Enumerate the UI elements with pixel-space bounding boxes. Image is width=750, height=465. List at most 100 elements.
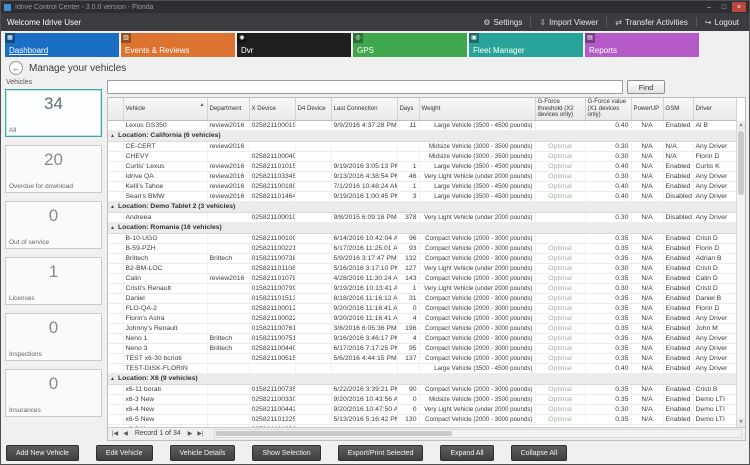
show-selection-button[interactable]: Show Selection (252, 445, 321, 461)
vehicle-row[interactable]: Florin's Astra 025821100022 9/20/2016 11:1… (108, 313, 737, 325)
next-record-button[interactable]: ▶ (187, 430, 194, 437)
export-print-selected-button[interactable]: Export/Print Selected (337, 445, 424, 461)
vehicle-row[interactable]: FLO-QA-2 025821100012 9/20/2016 11:16:41 A… (108, 303, 737, 315)
group-row[interactable]: ▲ Location: California (6 vehicles) (108, 130, 737, 143)
back-button[interactable]: ← (9, 61, 23, 75)
expand-all-button[interactable]: Expand All (440, 445, 494, 461)
vehicle-row[interactable]: Neno 1 Briltech 015821100751 9/16/2016 3:46… (108, 333, 737, 345)
column-header-powerup[interactable]: PowerUP (631, 98, 664, 121)
vehicle-row[interactable]: Briltech Briltech 015821100738 5/9/2016 3:1… (108, 253, 737, 265)
vehicle-row[interactable]: TEST-DISK-FLORIN Large Vehicle (3500 - 45… (108, 363, 737, 375)
vehicle-row[interactable]: Idrive QA review2016 025821103345 9/13/2016… (108, 171, 737, 183)
stat-card-overdue-for-download[interactable]: 20 Overdue for download (5, 145, 102, 193)
cell-val: 0.40 (585, 161, 632, 173)
minimize-button[interactable]: – (702, 2, 716, 12)
vehicle-row[interactable]: Cristi's Renault 015821100799 9/19/2016 10… (108, 283, 737, 295)
tab-events-reviews[interactable]: ▥ Events & Reviews (121, 33, 235, 57)
collapse-all-button[interactable]: Collapse All (510, 445, 568, 461)
stat-card-licenses[interactable]: 1 Licenses (5, 257, 102, 305)
cell-d4 (295, 273, 332, 285)
add-new-vehicle-button[interactable]: Add New Vehicle (6, 445, 79, 461)
column-header-vehicle[interactable]: Vehicle ▲ (123, 98, 208, 121)
cell-pwr (631, 424, 664, 427)
vehicle-row[interactable]: Kelli's Tahoe review2016 025821100180 7/1/2… (108, 181, 737, 193)
first-record-button[interactable]: |◀ (111, 430, 119, 437)
tab-dashboard[interactable]: ▦ Dashboard (5, 33, 119, 57)
vehicle-row[interactable]: CE-CERT review2016 Midsize Vehicle (3000 -… (108, 141, 737, 153)
maximize-button[interactable]: □ (717, 2, 731, 12)
cell-gsm: Enabled (663, 120, 694, 132)
vehicle-row[interactable]: CHEVY 025821100040 Midsize Vehicle (3000 -… (108, 151, 737, 163)
cell-thr: Optimal (535, 191, 586, 203)
vertical-scrollbar[interactable]: ▲ ▼ (736, 120, 745, 427)
column-header-last-connection[interactable]: Last Connection (331, 98, 398, 121)
column-header-d4-device[interactable]: D4 Device (295, 98, 332, 121)
group-row[interactable]: ▲ Location: Demo Tablet 2 (3 vehicles) (108, 201, 737, 214)
stat-card-inspections[interactable]: 0 Inspections (5, 313, 102, 361)
cell-d4 (295, 293, 332, 305)
group-row[interactable]: ▲ Location: X6 (9 vehicles) (108, 373, 737, 386)
vehicle-row[interactable]: B-10-UGG 025821100100 6/14/2016 10:42:04 A… (108, 233, 737, 245)
cell-dept (207, 323, 250, 335)
vehicle-row[interactable]: x6-5 New 025821101225 5/13/2016 5:16:42 PM… (108, 414, 737, 426)
stat-card-out-of-service[interactable]: 0 Out of service (5, 201, 102, 249)
vehicle-row[interactable]: Sean's BMW review2016 025821101464 9/19/201… (108, 191, 737, 203)
cell-thr: Optimal (535, 384, 586, 396)
column-header-days[interactable]: Days (397, 98, 420, 121)
scroll-down-icon[interactable]: ▼ (737, 417, 745, 427)
topbar-action-import-viewer[interactable]: ⇩ Import Viewer (535, 18, 602, 27)
edit-vehicle-button[interactable]: Edit Vehicle (95, 445, 153, 461)
close-button[interactable]: × (732, 2, 746, 12)
cell-val: 0.35 (585, 323, 632, 335)
cell-d4 (295, 181, 332, 193)
vertical-scrollbar-thumb[interactable] (738, 130, 744, 195)
vehicle-row[interactable]: Lexus GS350 review2016 025821100019 9/9/201… (108, 120, 737, 132)
column-header-driver[interactable]: Driver (693, 98, 737, 121)
tab-fleet-manager[interactable]: ▣ Fleet Manager (469, 33, 583, 57)
last-record-button[interactable]: ▶| (196, 430, 204, 437)
column-header-g-force-threshold-x2-devices-only[interactable]: G-Force threshold (X2 devices only) (535, 98, 586, 121)
group-cell: ▲ Location: Romania (16 vehicles) (108, 222, 737, 235)
cell-expand (108, 243, 124, 255)
tab-gps[interactable]: ◎ GPS (353, 33, 467, 57)
vehicle-row[interactable]: B2-BM-LOC 025821101108 5/16/2016 3:17:10 P… (108, 263, 737, 275)
vehicle-row[interactable]: Curtis' Lexus review2016 025821101015 9/19/… (108, 161, 737, 173)
cell-driver: Cristi D (693, 263, 737, 275)
find-button[interactable]: Find (627, 80, 665, 94)
stat-card-insurances[interactable]: 0 Insurances (5, 369, 102, 417)
column-header-weight[interactable]: Weight (419, 98, 536, 121)
vehicle-row[interactable]: Andreea 025821100010 9/8/2015 6:09:16 PM 37… (108, 212, 737, 224)
tab-reports[interactable]: ▤ Reports (585, 33, 699, 57)
cell-dept: review2016 (207, 161, 250, 173)
column-header-gsm[interactable]: GSM (663, 98, 694, 121)
vehicle-row[interactable]: Calin review2016 025821101078 4/28/2016 11:… (108, 273, 737, 285)
vehicle-row[interactable]: x6-3 New 025821100330 9/20/2016 10:43:56 A… (108, 394, 737, 406)
vehicle-row[interactable]: TEST x6-30 bcrioti 025821100515 5/6/2016 4… (108, 353, 737, 365)
cell-vehicle: Florin's Astra (123, 313, 208, 325)
vehicle-row[interactable]: B-59-PZH 025821100221 6/17/2016 11:25:01 A… (108, 243, 737, 255)
column-header-x-device[interactable]: X Device (249, 98, 296, 121)
topbar-action-logout[interactable]: ↪ Logout (701, 18, 743, 27)
vehicle-details-button[interactable]: Vehicle Details (169, 445, 236, 461)
group-row[interactable]: ▲ Location: Romania (16 vehicles) (108, 222, 737, 235)
vehicle-row[interactable]: x6-4 New 025821100442 9/20/2016 10:47:50 A… (108, 404, 737, 416)
cell-expand (108, 263, 124, 275)
vehicle-row[interactable]: Neno 3 Briltech 025821100440 6/17/2016 7:17… (108, 343, 737, 355)
column-header-g-force-value-x1-devices-only[interactable]: G-Force value (X1 devices only) (585, 98, 632, 121)
vehicle-row[interactable]: Daniel 015821101513 8/18/2016 11:16:12 AM 3… (108, 293, 737, 305)
topbar-action-transfer-activities[interactable]: ⇄ Transfer Activities (611, 18, 692, 27)
cell-conn: 9/20/2016 10:43:56 AM (331, 394, 398, 406)
vehicle-row[interactable]: x6-6 New 025821101338 (108, 424, 737, 427)
search-input[interactable] (107, 80, 623, 94)
tab-dvr[interactable]: ◉ Dvr (237, 33, 351, 57)
vehicle-row[interactable]: x6-11 borati 015821100735 6/22/2016 3:39:2… (108, 384, 737, 396)
horizontal-scrollbar[interactable] (213, 429, 742, 439)
vehicle-row[interactable]: Johnny's Renault 015821100761 3/8/2016 6:0… (108, 323, 737, 335)
topbar-action-settings[interactable]: ⚙ Settings (479, 18, 526, 27)
prev-record-button[interactable]: ◀ (122, 430, 129, 437)
column-header-department[interactable]: Department (207, 98, 250, 121)
horizontal-scrollbar-thumb[interactable] (215, 431, 453, 437)
stat-card-all[interactable]: 34 All (5, 89, 102, 137)
scroll-up-icon[interactable]: ▲ (737, 120, 745, 130)
cell-vehicle: x6-3 New (123, 394, 208, 406)
